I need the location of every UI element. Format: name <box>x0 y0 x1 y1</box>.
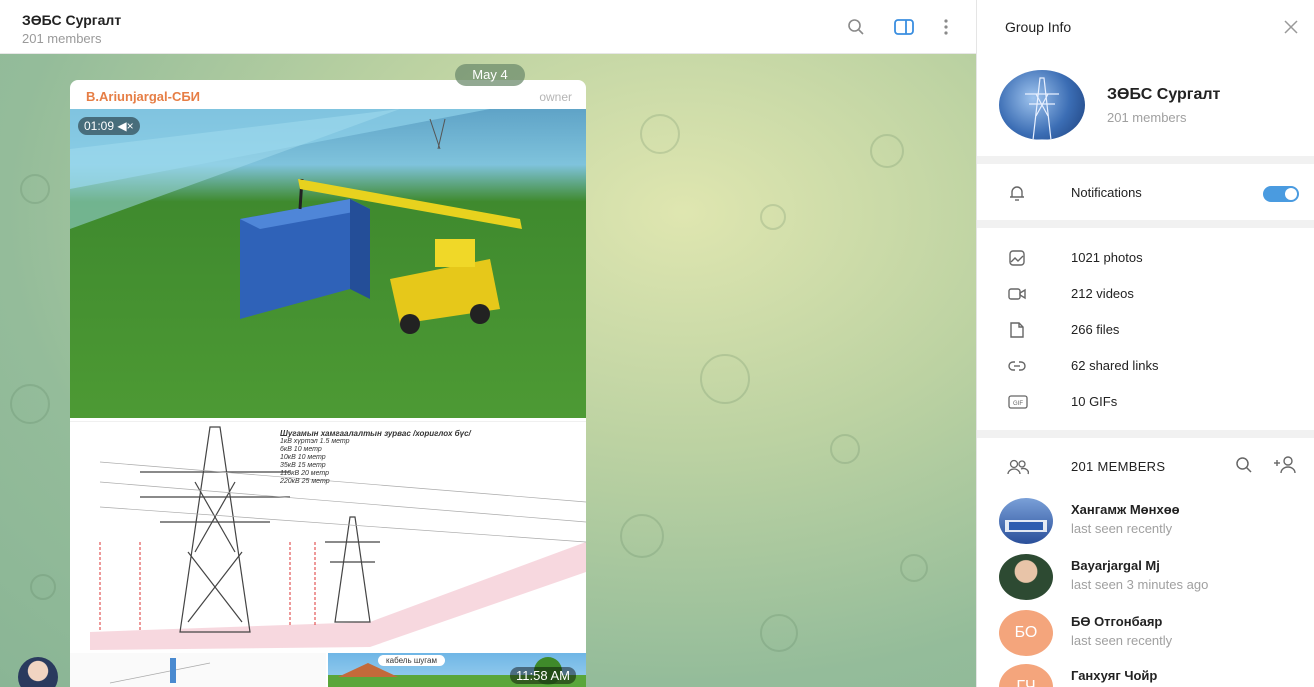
tower-caption-line: 220кВ 25 метр <box>280 478 330 485</box>
gif-icon: GIF <box>1007 392 1028 412</box>
message-time: 11:58 AM <box>510 667 576 684</box>
member-name: Хангамж Мөнхөө <box>1071 502 1180 517</box>
chat-header[interactable]: ЗӨБС Сургалт 201 members <box>0 0 976 54</box>
bell-icon <box>1007 183 1027 203</box>
panel-title: Group Info <box>1005 19 1072 35</box>
section-divider <box>977 156 1314 164</box>
group-avatar[interactable] <box>999 70 1085 140</box>
member-name: БӨ Отгонбаяр <box>1071 614 1163 629</box>
notifications-row[interactable]: Notifications <box>977 175 1314 211</box>
video-thumbnail[interactable]: 01:09 ◀× <box>70 109 586 418</box>
member-avatar: ГЧ <box>999 664 1053 687</box>
photo-icon <box>1007 248 1027 268</box>
media-row-videos[interactable]: 212 videos <box>977 276 1314 312</box>
tower-caption-line: 6кВ 10 метр <box>280 446 322 453</box>
member-initials: БО <box>1014 624 1038 641</box>
search-icon[interactable] <box>845 16 867 38</box>
video-duration-badge[interactable]: 01:09 ◀× <box>78 117 140 135</box>
date-badge: May 4 <box>455 64 525 86</box>
member-row[interactable]: БО БӨ Отгонбаяр last seen recently <box>977 606 1314 662</box>
chat-member-count: 201 members <box>22 31 102 46</box>
media-row-links[interactable]: 62 shared links <box>977 348 1314 384</box>
member-status: last seen recently <box>1071 633 1173 648</box>
member-status: last seen recently <box>1071 521 1173 536</box>
member-row[interactable]: Хангамж Мөнхөө last seen recently <box>977 494 1314 550</box>
member-name: Bayarjargal Mj <box>1071 558 1160 573</box>
chat-title[interactable]: ЗӨБС Сургалт <box>22 12 121 28</box>
group-member-count: 201 members <box>1107 110 1187 125</box>
media-message[interactable]: B.Ariunjargal-СБИ owner 01:09 ◀× Шугамын… <box>70 80 586 687</box>
tower-caption-line: 35кВ 15 метр <box>280 462 326 469</box>
media-row-gifs[interactable]: GIF 10 GIFs <box>977 384 1314 420</box>
house-cable-image[interactable]: кабель шугам 11:58 AM <box>328 653 586 687</box>
member-avatar <box>999 554 1053 600</box>
chat-column: ЗӨБС Сургалт 201 members B.Ariunjargal-С… <box>0 0 976 687</box>
link-icon <box>1007 356 1027 376</box>
member-avatar: БО <box>999 610 1053 656</box>
member-initials: ГЧ <box>1016 678 1036 687</box>
members-header: 201 MEMBERS <box>1071 459 1166 474</box>
file-icon <box>1007 320 1027 340</box>
muted-icon[interactable]: ◀× <box>117 119 133 133</box>
author-role-badge: owner <box>539 90 572 104</box>
member-search-icon[interactable] <box>1235 456 1255 476</box>
media-row-label: 266 files <box>1071 322 1120 337</box>
tower-caption-line: 10кВ 10 метр <box>280 454 326 461</box>
video-icon <box>1007 284 1027 304</box>
member-status: last seen 3 minutes ago <box>1071 577 1209 592</box>
tower-caption-line: 110кВ 20 метр <box>280 470 330 477</box>
member-row[interactable]: Bayarjargal Mj last seen 3 minutes ago <box>977 550 1314 606</box>
media-row-label: 1021 photos <box>1071 250 1143 265</box>
section-divider <box>977 220 1314 228</box>
close-icon[interactable] <box>1282 18 1300 36</box>
message-author[interactable]: B.Ariunjargal-СБИ <box>86 89 200 104</box>
tower-diagram-image[interactable]: Шугамын хамгаалалтын зурвас /хориглох бү… <box>70 421 586 651</box>
media-row-label: 10 GIFs <box>1071 394 1118 409</box>
telegram-window: ЗӨБС Сургалт 201 members B.Ariunjargal-С… <box>0 0 1314 687</box>
notifications-label: Notifications <box>1071 185 1142 200</box>
notifications-toggle[interactable] <box>1263 186 1299 202</box>
tower-caption: Шугамын хамгаалалтын зурвас /хориглох бү… <box>280 430 471 486</box>
media-row-label: 62 shared links <box>1071 358 1159 373</box>
media-row-photos[interactable]: 1021 photos <box>977 240 1314 276</box>
toggle-knob <box>1285 188 1297 200</box>
sketch-image[interactable] <box>70 653 326 687</box>
add-member-icon[interactable] <box>1273 455 1297 475</box>
media-row-files[interactable]: 266 files <box>977 312 1314 348</box>
members-icon <box>1007 457 1029 477</box>
more-options-icon[interactable] <box>935 16 957 38</box>
member-name: Ганхуяг Чойр <box>1071 668 1158 683</box>
sidebar-toggle-icon[interactable] <box>893 16 915 38</box>
video-duration: 01:09 <box>84 119 115 133</box>
section-divider <box>977 430 1314 438</box>
media-row-label: 212 videos <box>1071 286 1134 301</box>
group-name: ЗӨБС Сургалт <box>1107 86 1221 103</box>
tower-caption-title: Шугамын хамгаалалтын зурвас /хориглох бү… <box>280 429 471 438</box>
cable-label: кабель шугам <box>378 655 445 666</box>
member-avatar <box>999 498 1053 544</box>
group-info-panel: Group Info ЗӨБС Сургалт 201 members Noti… <box>976 0 1314 687</box>
tower-caption-line: 1кВ хүртэл 1.5 метр <box>280 438 350 445</box>
svg-text:GIF: GIF <box>1013 401 1023 407</box>
member-row[interactable]: ГЧ Ганхуяг Чойр <box>977 660 1314 687</box>
